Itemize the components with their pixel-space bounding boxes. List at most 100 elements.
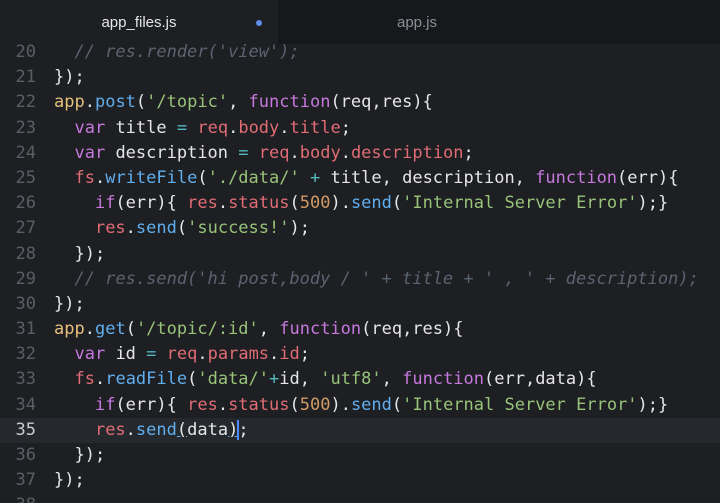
property-token: status bbox=[228, 394, 290, 415]
line-number: 37 bbox=[15, 470, 36, 491]
line-number: 24 bbox=[15, 142, 36, 163]
code-line[interactable]: 26 if(err){ res.status(500).send('Intern… bbox=[0, 191, 720, 216]
code-text: . bbox=[84, 92, 95, 113]
code-text: }); bbox=[54, 243, 106, 264]
tab-label: app_files.js bbox=[101, 13, 177, 31]
function-token: send bbox=[350, 394, 392, 415]
line-number: 28 bbox=[15, 243, 36, 264]
tab-label: app.js bbox=[396, 13, 438, 31]
property-token: description bbox=[350, 142, 464, 163]
code-text: );} bbox=[637, 394, 669, 415]
code-text: }); bbox=[54, 67, 85, 88]
code-line[interactable]: 37}); bbox=[0, 468, 720, 493]
tab-app-files-js[interactable]: app_files.js bbox=[0, 0, 278, 44]
function-token: readFile bbox=[105, 369, 188, 390]
property-token: title bbox=[289, 117, 341, 138]
code-line[interactable]: 31 app.get('/topic/:id', function(req,res… bbox=[0, 317, 720, 342]
code-content: }); bbox=[54, 443, 105, 468]
number-token: 500 bbox=[299, 193, 331, 214]
code-content: var title = req.body.title; bbox=[54, 116, 350, 141]
code-content: app.get('/topic/:id', function(req,res){ bbox=[54, 317, 464, 342]
code-line[interactable]: 20 // res.render('view'); bbox=[0, 40, 720, 65]
comment-token: // res.send('hi post,body / ' + title + … bbox=[54, 268, 699, 289]
code-text: . bbox=[289, 142, 300, 163]
string-token: 'Internal Server Error' bbox=[402, 193, 638, 214]
bracket-match: ( bbox=[176, 419, 188, 440]
line-number: 30 bbox=[15, 293, 36, 314]
code-line[interactable]: 38 bbox=[0, 493, 720, 503]
property-token: fs bbox=[74, 369, 95, 390]
code-line[interactable]: 25 fs.writeFile('./data/' + title, descr… bbox=[0, 166, 720, 191]
line-number: 35 bbox=[15, 419, 36, 440]
code-content: // res.render('view'); bbox=[54, 40, 300, 65]
keyword-token: function bbox=[279, 319, 362, 340]
line-number: 34 bbox=[15, 394, 36, 415]
property-token: req bbox=[166, 344, 198, 365]
code-text: . bbox=[228, 117, 239, 138]
code-editor[interactable]: 20 // res.render('view'); 21}); 22 app.post… bbox=[0, 40, 720, 503]
code-content: fs.writeFile('./data/' + title, descript… bbox=[54, 166, 678, 191]
string-token: '/topic/:id' bbox=[135, 319, 259, 340]
operator-token: = bbox=[146, 344, 157, 365]
code-text: ; bbox=[238, 419, 249, 440]
code-line[interactable]: 36 }); bbox=[0, 443, 720, 468]
function-token: get bbox=[94, 319, 126, 340]
code-text: ). bbox=[330, 193, 351, 214]
code-text: . bbox=[279, 117, 290, 138]
code-line[interactable]: 24 var description = req.body.descriptio… bbox=[0, 141, 720, 166]
code-line[interactable]: 21}); bbox=[0, 65, 720, 90]
code-text: (req,res){ bbox=[330, 92, 433, 113]
code-text: description bbox=[105, 142, 239, 163]
property-token: params bbox=[207, 344, 270, 365]
function-token: send bbox=[350, 193, 392, 214]
code-content: var id = req.params.id; bbox=[54, 342, 310, 367]
keyword-token: function bbox=[402, 369, 485, 390]
string-token: './data/' bbox=[207, 167, 300, 188]
code-line[interactable]: 32 var id = req.params.id; bbox=[0, 342, 720, 367]
line-number: 20 bbox=[15, 42, 36, 62]
code-line[interactable]: 29 // res.send('hi post,body / ' + title… bbox=[0, 267, 720, 292]
function-token: send bbox=[135, 419, 177, 440]
line-number: 26 bbox=[15, 193, 36, 214]
function-token: post bbox=[94, 92, 136, 113]
code-line[interactable]: 33 fs.readFile('data/'+id, 'utf8', funct… bbox=[0, 367, 720, 392]
code-text: id bbox=[105, 344, 147, 365]
comment-token: // res.render('view'); bbox=[54, 42, 300, 62]
code-text: . bbox=[125, 419, 136, 440]
tab-app-js[interactable]: app.js bbox=[278, 0, 556, 44]
string-token: 'success!' bbox=[187, 218, 290, 239]
keyword-token: function bbox=[535, 167, 618, 188]
code-text: ( bbox=[391, 394, 403, 415]
tab-bar: app_files.js app.js bbox=[0, 0, 720, 44]
code-line[interactable]: 22 app.post('/topic', function(req,res){ bbox=[0, 90, 720, 115]
line-number: 31 bbox=[15, 319, 36, 340]
number-token: 500 bbox=[299, 394, 331, 415]
code-text: ( bbox=[391, 193, 403, 214]
code-line[interactable]: 34 if(err){ res.status(500).send('Intern… bbox=[0, 393, 720, 418]
code-text: . bbox=[125, 218, 136, 239]
code-content: var description = req.body.description; bbox=[54, 141, 473, 166]
code-content: fs.readFile('data/'+id, 'utf8', function… bbox=[54, 367, 596, 392]
property-token: body bbox=[238, 117, 280, 138]
code-text: . bbox=[269, 344, 280, 365]
code-text: . bbox=[197, 344, 208, 365]
code-text: title bbox=[105, 117, 177, 138]
code-text: (err){ bbox=[115, 193, 188, 214]
code-text: ( bbox=[135, 92, 147, 113]
code-line[interactable]: 35 res.send(data); bbox=[0, 417, 720, 443]
code-text: , bbox=[228, 92, 249, 113]
line-number: 29 bbox=[15, 268, 36, 289]
code-line[interactable]: 30}); bbox=[0, 292, 720, 317]
code-content: if(err){ res.status(500).send('Internal … bbox=[54, 393, 668, 418]
code-line[interactable]: 28 }); bbox=[0, 242, 720, 267]
code-line[interactable]: 27 res.send('success!'); bbox=[0, 216, 720, 241]
code-line[interactable]: 23 var title = req.body.title; bbox=[0, 116, 720, 141]
property-token: res bbox=[94, 218, 126, 239]
line-number: 33 bbox=[15, 369, 36, 390]
